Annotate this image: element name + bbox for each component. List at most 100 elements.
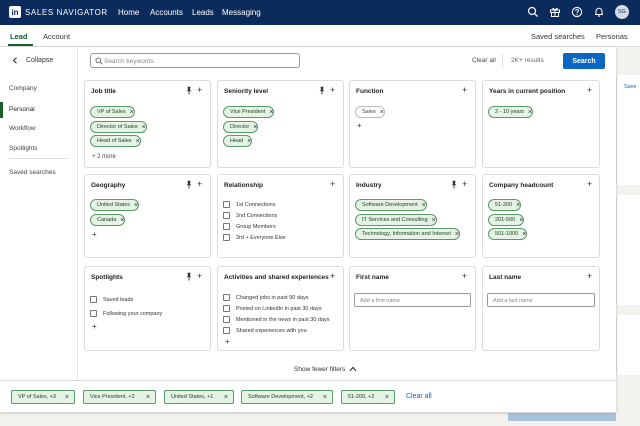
applied-filter-pill[interactable]: Software Development, +2 × bbox=[241, 390, 333, 404]
filter-chip[interactable]: 51-200 × bbox=[488, 199, 522, 211]
close-icon[interactable]: × bbox=[422, 202, 426, 209]
close-icon[interactable]: × bbox=[134, 202, 138, 209]
activity-option[interactable]: Changed jobs in past 90 days bbox=[223, 294, 308, 301]
add-plus-icon[interactable]: + bbox=[225, 337, 230, 346]
show-fewer-filters-button[interactable]: Show fewer filters bbox=[294, 366, 345, 373]
close-icon[interactable]: × bbox=[269, 109, 273, 116]
filter-chip[interactable]: Head × bbox=[223, 135, 253, 147]
add-filter-plus-icon[interactable]: + bbox=[587, 271, 592, 281]
keyword-search-input[interactable] bbox=[104, 56, 294, 66]
add-filter-plus-icon[interactable]: + bbox=[197, 179, 202, 189]
last-name-field[interactable] bbox=[487, 293, 595, 307]
close-icon[interactable]: × bbox=[65, 394, 69, 401]
applied-filter-pill[interactable]: 51-200, +2 × bbox=[341, 390, 395, 404]
add-plus-icon[interactable]: + bbox=[92, 322, 97, 331]
nav-accounts-link[interactable]: Accounts bbox=[150, 8, 183, 17]
sidebar-item-spotlights[interactable]: Spotlights bbox=[9, 145, 38, 152]
checkbox[interactable] bbox=[223, 316, 230, 323]
close-icon[interactable]: × bbox=[247, 138, 251, 145]
nav-home-link[interactable]: Home bbox=[118, 8, 139, 17]
show-more-link[interactable]: + 2 more bbox=[92, 154, 116, 160]
checkbox[interactable] bbox=[223, 201, 230, 208]
add-filter-plus-icon[interactable]: + bbox=[462, 179, 467, 189]
checkbox[interactable] bbox=[223, 294, 230, 301]
add-plus-icon[interactable]: + bbox=[357, 121, 362, 130]
close-icon[interactable]: × bbox=[136, 138, 140, 145]
search-icon[interactable] bbox=[527, 6, 539, 18]
close-icon[interactable]: × bbox=[385, 394, 389, 401]
personas-link[interactable]: Personas bbox=[596, 32, 628, 41]
close-icon[interactable]: × bbox=[516, 202, 520, 209]
close-icon[interactable]: × bbox=[522, 231, 526, 238]
close-icon[interactable]: × bbox=[142, 124, 146, 131]
nav-leads-link[interactable]: Leads bbox=[192, 8, 214, 17]
filter-chip[interactable]: Director of Sales × bbox=[90, 121, 147, 133]
close-icon[interactable]: × bbox=[224, 394, 228, 401]
checkbox[interactable] bbox=[223, 305, 230, 312]
add-filter-plus-icon[interactable]: + bbox=[462, 85, 467, 95]
close-icon[interactable]: × bbox=[120, 217, 124, 224]
activity-option[interactable]: Posted on LinkedIn in past 30 days bbox=[223, 305, 322, 312]
background-save-link[interactable]: Save bbox=[624, 84, 637, 90]
relationship-option[interactable]: 3rd + Everyone Else bbox=[223, 234, 286, 241]
pin-icon[interactable] bbox=[450, 180, 458, 189]
first-name-input[interactable] bbox=[360, 296, 470, 305]
collapse-button[interactable]: Collapse bbox=[12, 57, 53, 66]
close-icon[interactable]: × bbox=[528, 109, 532, 116]
keyword-search-field[interactable] bbox=[90, 53, 300, 68]
checkbox[interactable] bbox=[90, 310, 97, 317]
checkbox[interactable] bbox=[223, 327, 230, 334]
add-plus-icon[interactable]: + bbox=[92, 230, 97, 239]
close-icon[interactable]: × bbox=[455, 231, 459, 238]
clear-all-applied-link[interactable]: Clear all bbox=[406, 393, 432, 400]
spotlight-option[interactable]: Following your company bbox=[90, 310, 162, 317]
chevron-up-icon[interactable] bbox=[349, 366, 357, 372]
applied-filter-pill[interactable]: Vice President, +2 × bbox=[83, 390, 156, 404]
filter-chip[interactable]: 201-500 × bbox=[488, 214, 525, 226]
filter-chip[interactable]: Technology, Information and Internet × bbox=[355, 228, 460, 240]
search-button[interactable]: Search bbox=[563, 53, 605, 69]
tab-account[interactable]: Account bbox=[43, 32, 70, 41]
gift-icon[interactable] bbox=[549, 6, 561, 18]
filter-chip[interactable]: United States × bbox=[90, 199, 140, 211]
close-icon[interactable]: × bbox=[380, 109, 384, 116]
filter-chip[interactable]: IT Services and Consulting × bbox=[355, 214, 437, 226]
filter-chip[interactable]: VP of Sales × bbox=[90, 106, 135, 118]
add-filter-plus-icon[interactable]: + bbox=[330, 179, 335, 189]
clear-all-filters-link[interactable]: Clear all bbox=[472, 57, 496, 64]
filter-chip[interactable]: Director × bbox=[223, 121, 259, 133]
close-icon[interactable]: × bbox=[130, 109, 134, 116]
pin-icon[interactable] bbox=[318, 86, 326, 95]
activity-option[interactable]: Shared experiences with you bbox=[223, 327, 307, 334]
add-filter-plus-icon[interactable]: + bbox=[462, 271, 467, 281]
filter-chip[interactable]: Vice President × bbox=[223, 106, 275, 118]
close-icon[interactable]: × bbox=[432, 217, 436, 224]
help-icon[interactable] bbox=[571, 6, 583, 18]
close-icon[interactable]: × bbox=[323, 394, 327, 401]
pin-icon[interactable] bbox=[185, 272, 193, 281]
close-icon[interactable]: × bbox=[146, 394, 150, 401]
filter-chip[interactable]: Software Development × bbox=[355, 199, 427, 211]
filter-chip[interactable]: Sales × bbox=[355, 106, 385, 118]
filter-chip[interactable]: 2 - 10 years × bbox=[488, 106, 534, 118]
pin-icon[interactable] bbox=[185, 86, 193, 95]
relationship-option[interactable]: 1st Connections bbox=[223, 201, 275, 208]
linkedin-logo[interactable]: in bbox=[9, 6, 21, 18]
sidebar-item-workflow[interactable]: Workflow bbox=[9, 125, 36, 132]
user-avatar[interactable]: SG bbox=[615, 5, 629, 19]
nav-messaging-link[interactable]: Messaging bbox=[222, 8, 261, 17]
sidebar-item-company[interactable]: Company bbox=[9, 85, 37, 92]
add-filter-plus-icon[interactable]: + bbox=[587, 85, 592, 95]
relationship-option[interactable]: 2nd Connections bbox=[223, 212, 277, 219]
checkbox[interactable] bbox=[223, 234, 230, 241]
applied-filter-pill[interactable]: VP of Sales, +3 × bbox=[11, 390, 75, 404]
pin-icon[interactable] bbox=[185, 180, 193, 189]
filter-chip[interactable]: 501-1000 × bbox=[488, 228, 528, 240]
sidebar-item-saved-searches[interactable]: Saved searches bbox=[9, 169, 56, 176]
add-filter-plus-icon[interactable]: + bbox=[330, 85, 335, 95]
applied-filter-pill[interactable]: United States, +1 × bbox=[164, 390, 234, 404]
relationship-option[interactable]: Group Members bbox=[223, 223, 276, 230]
saved-searches-link[interactable]: Saved searches bbox=[531, 32, 585, 41]
notifications-bell-icon[interactable] bbox=[593, 6, 605, 18]
checkbox[interactable] bbox=[223, 223, 230, 230]
